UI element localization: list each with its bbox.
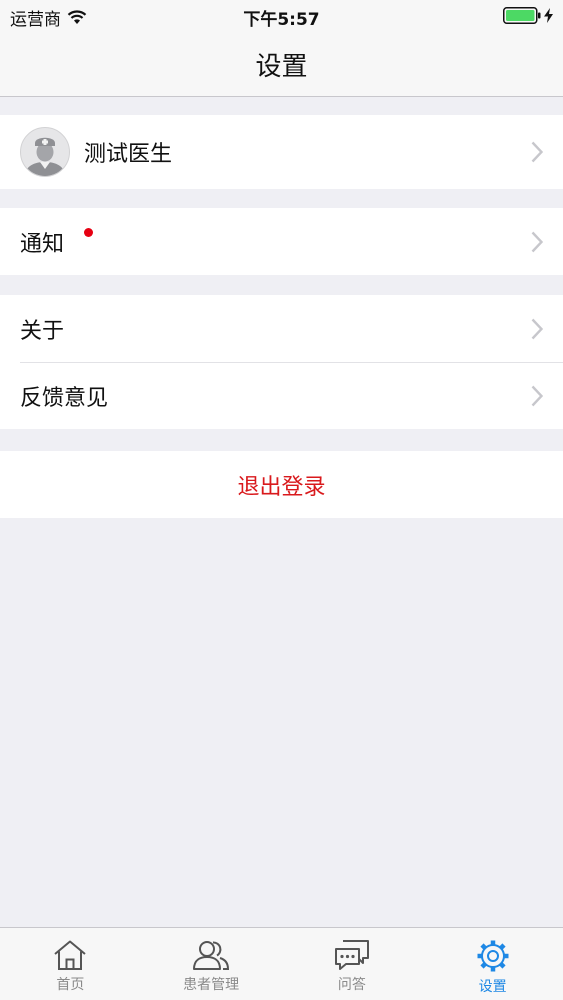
feedback-label: 反馈意见 (20, 385, 109, 411)
tab-settings[interactable]: 设置 (422, 928, 563, 1000)
tab-patients-label: 患者管理 (183, 977, 240, 993)
notification-badge (84, 228, 93, 237)
chevron-right-icon (531, 231, 543, 252)
tab-qa[interactable]: 问答 (282, 928, 423, 1000)
notifications-row[interactable]: 通知 (0, 208, 563, 275)
page-title: 设置 (255, 51, 308, 82)
navigation-bar: 设置 (0, 32, 563, 97)
tab-bar: 首页 患者管理 问答 设置 (0, 927, 563, 1000)
profile-name: 测试医生 (84, 142, 173, 167)
logout-group: 退出登录 (0, 451, 563, 518)
notifications-label: 通知 (20, 231, 65, 257)
info-group: 关于 反馈意见 (0, 295, 563, 429)
home-icon (54, 940, 87, 970)
status-bar: 运营商 下午5:57 (0, 0, 563, 32)
about-row[interactable]: 关于 (0, 295, 563, 362)
notifications-group: 通知 (0, 208, 563, 275)
tab-patients[interactable]: 患者管理 (141, 928, 282, 1000)
battery-group (503, 7, 553, 24)
battery-icon (503, 7, 541, 24)
tab-home[interactable]: 首页 (0, 928, 141, 1000)
charging-bolt-icon (544, 8, 553, 23)
tab-home-label: 首页 (56, 977, 85, 993)
profile-group: 测试医生 (0, 115, 563, 189)
gear-icon (477, 940, 509, 972)
chevron-right-icon (531, 385, 543, 406)
feedback-row[interactable]: 反馈意见 (0, 362, 563, 429)
status-time: 下午5:57 (243, 10, 320, 30)
patients-icon (193, 941, 230, 970)
chevron-right-icon (531, 318, 543, 339)
avatar (20, 127, 70, 177)
logout-button[interactable]: 退出登录 (0, 451, 563, 518)
doctor-avatar-icon (24, 137, 66, 176)
about-label: 关于 (20, 318, 65, 344)
tab-qa-label: 问答 (337, 977, 366, 993)
tab-settings-label: 设置 (478, 979, 507, 995)
chevron-right-icon (531, 141, 543, 163)
profile-row[interactable]: 测试医生 (0, 115, 563, 189)
chat-icon (334, 940, 369, 970)
